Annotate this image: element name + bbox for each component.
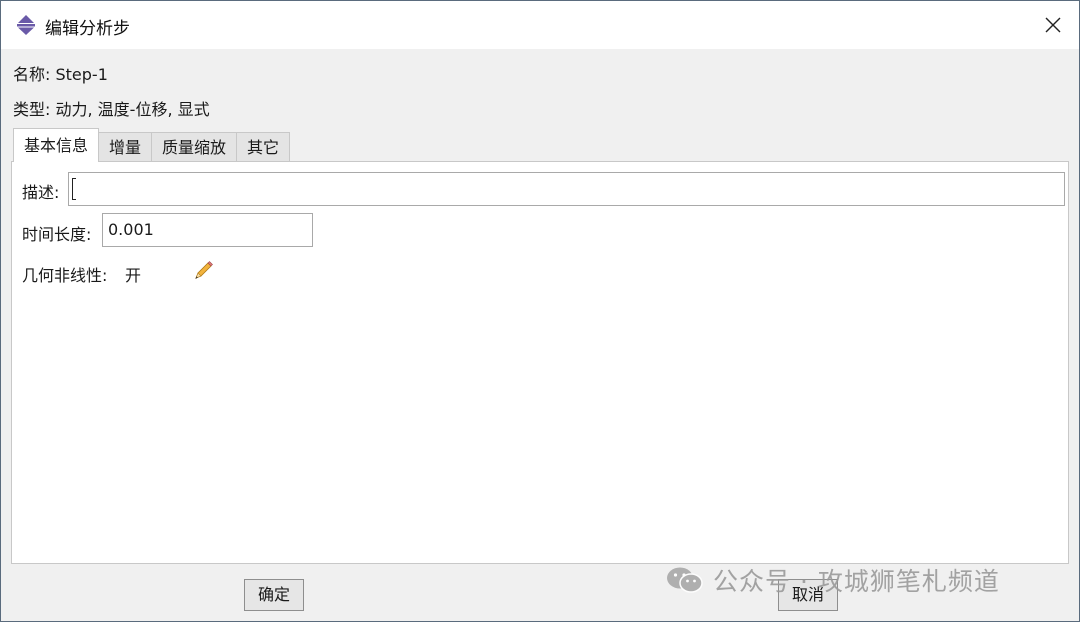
wechat-icon: [667, 567, 703, 593]
nlgeom-label: 几何非线性:: [22, 266, 108, 285]
nlgeom-value: 开: [125, 266, 142, 285]
tab-bar: 基本信息 增量 质量缩放 其它: [13, 128, 291, 162]
time-period-input[interactable]: 0.001: [102, 213, 313, 247]
step-name-value: Step-1: [55, 65, 108, 84]
pencil-icon[interactable]: [192, 260, 214, 282]
step-name-label: 名称:: [13, 65, 51, 84]
tab-incrementation[interactable]: 增量: [98, 132, 153, 162]
watermark-text: 公众号 · 攻城狮笔札频道: [713, 567, 1000, 596]
step-name-row: 名称: Step-1: [13, 61, 108, 85]
dialog-window: 编辑分析步 名称: Step-1 类型: 动力, 温度-位移, 显式 基本信息 …: [0, 0, 1080, 622]
text-cursor: [72, 178, 76, 200]
close-icon[interactable]: [1041, 13, 1065, 37]
basic-info-panel: 描述: 时间长度: 0.001 几何非线性: 开: [11, 161, 1069, 564]
description-label: 描述:: [22, 183, 60, 202]
step-type-label: 类型:: [13, 100, 51, 119]
step-type-value: 动力, 温度-位移, 显式: [55, 100, 210, 119]
abaqus-app-icon: [17, 15, 35, 35]
watermark: 公众号 · 攻城狮笔札频道: [665, 563, 1000, 597]
tab-basic-info[interactable]: 基本信息: [13, 128, 100, 162]
time-period-label: 时间长度:: [22, 225, 92, 244]
window-title: 编辑分析步: [45, 19, 130, 39]
tab-mass-scaling[interactable]: 质量缩放: [151, 132, 238, 162]
description-input[interactable]: [68, 172, 1065, 206]
tab-other[interactable]: 其它: [236, 132, 291, 162]
step-type-row: 类型: 动力, 温度-位移, 显式: [13, 96, 210, 120]
title-bar[interactable]: 编辑分析步: [1, 1, 1079, 49]
ok-button[interactable]: 确定: [244, 579, 304, 611]
